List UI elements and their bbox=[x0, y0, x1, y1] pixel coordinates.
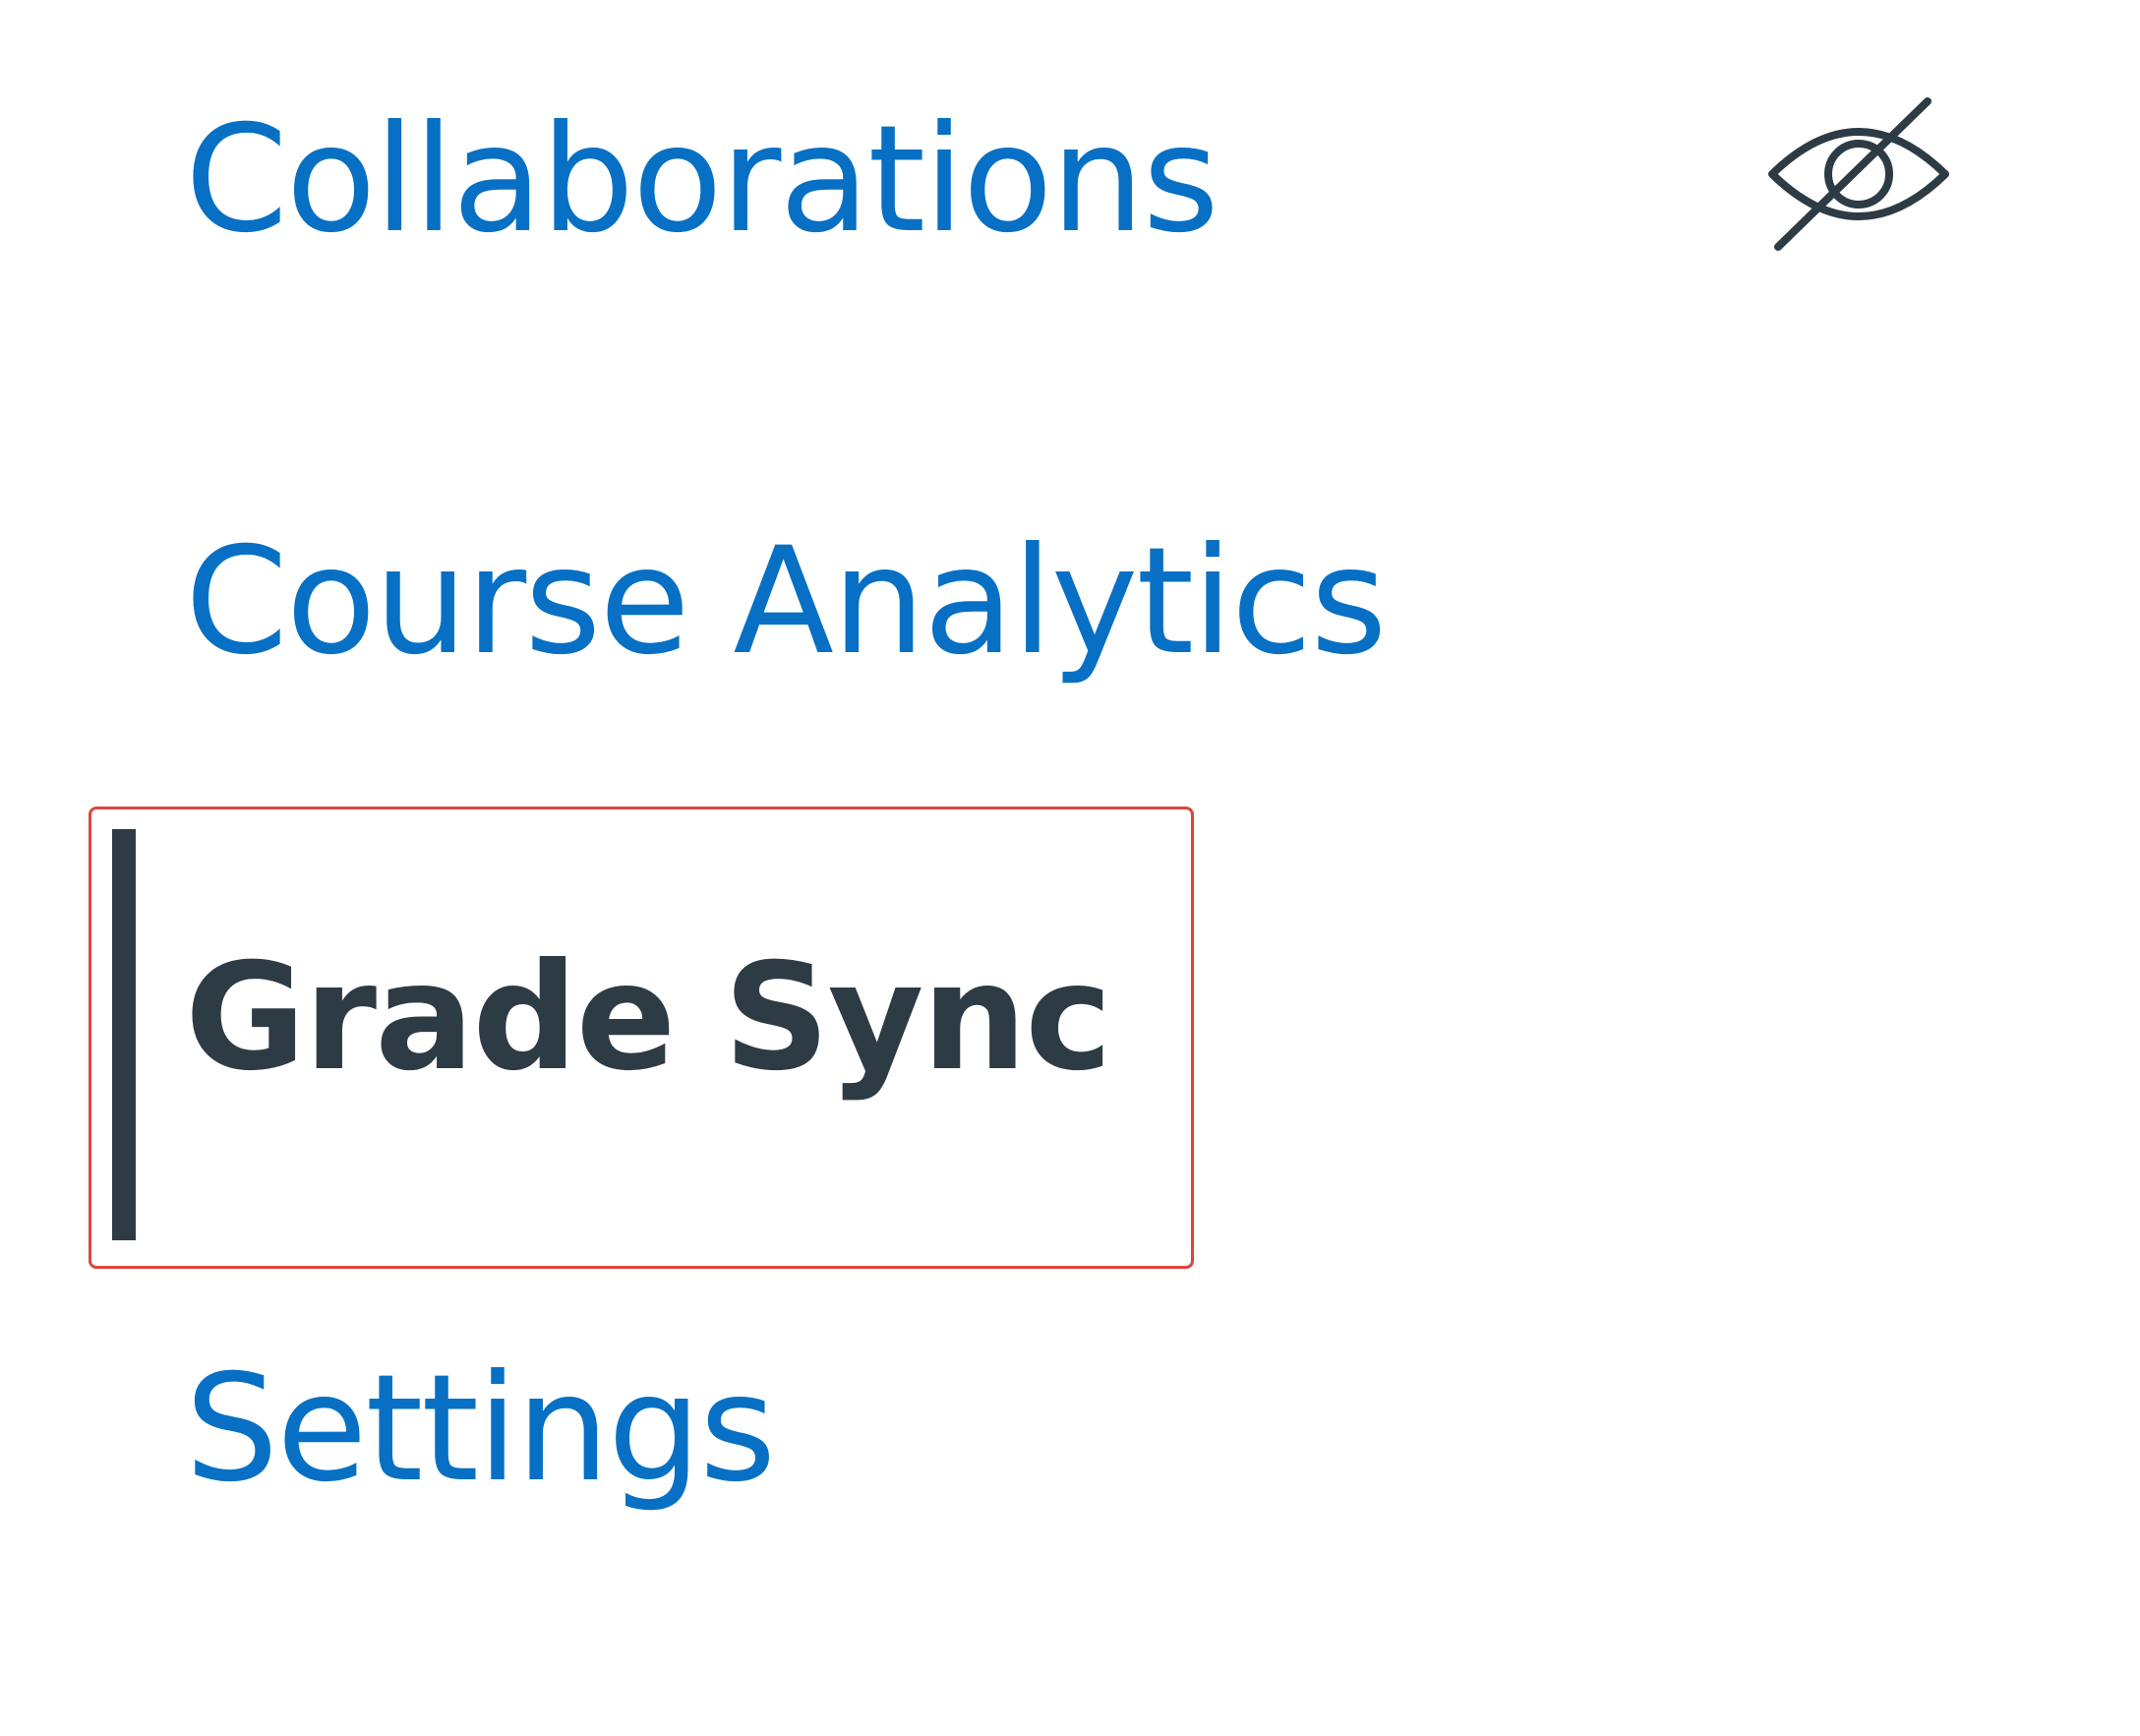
nav-item-course-analytics[interactable]: Course Analytics bbox=[185, 528, 1388, 676]
course-navigation: Collaborations Course Analytics Grade Sy… bbox=[0, 0, 2140, 1736]
active-indicator bbox=[112, 829, 136, 1240]
nav-item-collaborations[interactable]: Collaborations bbox=[185, 106, 1219, 254]
eye-slash-icon[interactable] bbox=[1760, 93, 1957, 255]
nav-item-settings[interactable]: Settings bbox=[185, 1355, 776, 1503]
nav-item-grade-sync[interactable]: Grade Sync bbox=[185, 944, 1112, 1092]
